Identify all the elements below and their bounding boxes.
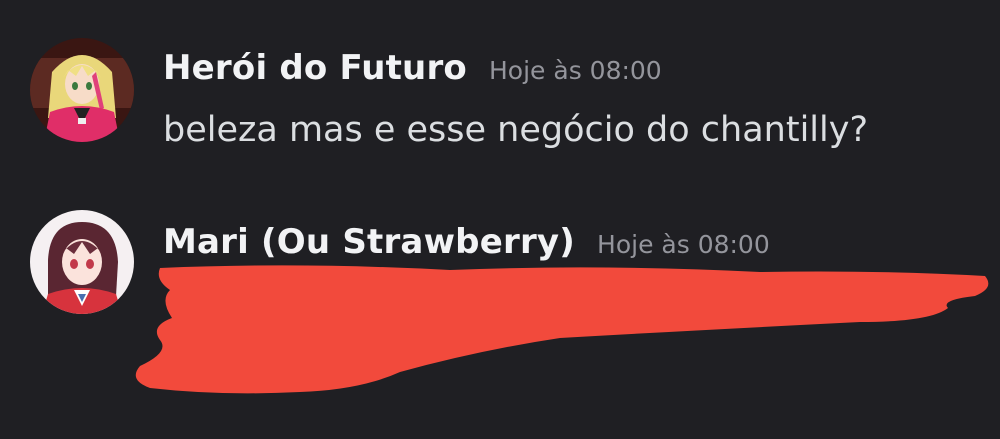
message-content: beleza mas e esse negócio do chantilly?	[163, 110, 869, 150]
message-item: Herói do Futuro Hoje às 08:00 beleza mas…	[0, 0, 1000, 180]
avatar-image	[30, 38, 134, 142]
timestamp[interactable]: Hoje às 08:00	[597, 230, 770, 259]
username[interactable]: Mari (Ou Strawberry)	[163, 222, 575, 262]
message-header: Mari (Ou Strawberry) Hoje às 08:00	[163, 222, 770, 262]
chat-messages: Herói do Futuro Hoje às 08:00 beleza mas…	[0, 0, 1000, 439]
avatar[interactable]	[30, 210, 134, 314]
message-item: Mari (Ou Strawberry) Hoje às 08:00	[0, 180, 1000, 439]
timestamp[interactable]: Hoje às 08:00	[489, 56, 662, 85]
avatar[interactable]	[30, 38, 134, 142]
message-header: Herói do Futuro Hoje às 08:00	[163, 48, 662, 88]
avatar-image	[30, 210, 134, 314]
username[interactable]: Herói do Futuro	[163, 48, 467, 88]
